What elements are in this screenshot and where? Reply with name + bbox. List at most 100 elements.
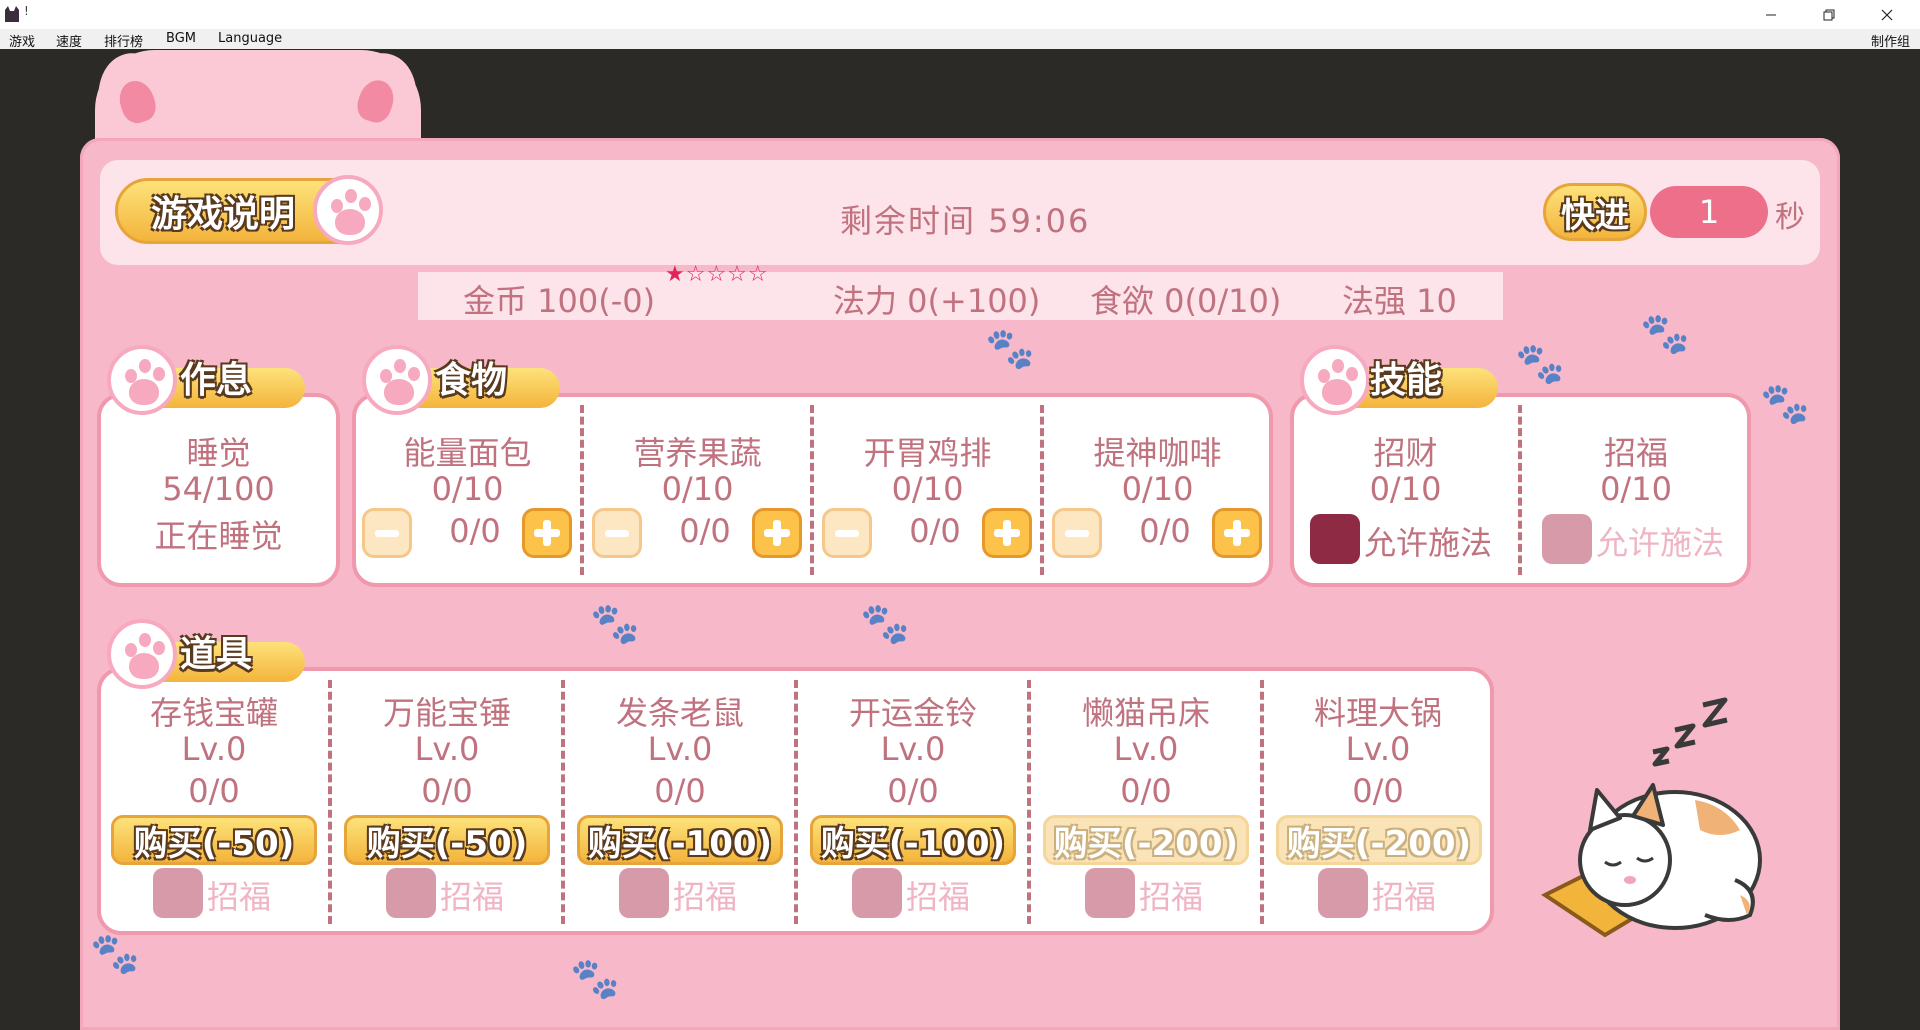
props-title: 道具: [180, 634, 253, 675]
blessing-checkbox[interactable]: [386, 868, 436, 918]
prop-name: 存钱宝罐: [149, 694, 278, 732]
blessing-checkbox[interactable]: [1318, 868, 1368, 918]
skill-name: 招财: [1373, 434, 1438, 472]
rest-status: 正在睡觉: [154, 517, 283, 555]
rest-value: 54/100: [162, 470, 275, 508]
blessing-checkbox[interactable]: [619, 868, 669, 918]
restore-icon: [1823, 9, 1835, 20]
buy-button[interactable]: 购买(-200): [1043, 815, 1249, 865]
buy-label: 购买(-100): [820, 823, 1006, 864]
divider: [1040, 405, 1044, 575]
zzz-icon: [1652, 697, 1728, 767]
buy-label: 购买(-50): [133, 823, 295, 864]
food-count: 0/10: [431, 470, 504, 508]
close-button[interactable]: [1864, 0, 1910, 29]
prop-name: 懒猫吊床: [1081, 694, 1210, 732]
fast-forward-input[interactable]: 1: [1650, 186, 1768, 238]
power-stat: 法强 10: [1342, 282, 1457, 320]
prop-name: 发条老鼠: [615, 694, 744, 732]
increase-button[interactable]: [752, 508, 802, 558]
fast-forward-unit: 秒: [1775, 200, 1805, 235]
menu-speed[interactable]: 速度: [56, 31, 82, 50]
cat-app-icon: [5, 6, 19, 22]
food-count: 0/10: [1121, 470, 1194, 508]
food-name: 提神咖啡: [1093, 434, 1222, 472]
menu-bgm[interactable]: BGM: [166, 31, 196, 46]
increase-button[interactable]: [1212, 508, 1262, 558]
increase-button[interactable]: [522, 508, 572, 558]
food-name: 开胃鸡排: [863, 434, 992, 472]
buy-button[interactable]: 购买(-50): [111, 815, 317, 865]
help-label: 游戏说明: [151, 194, 296, 235]
prop-level: Lv.0: [647, 730, 713, 768]
decrease-button[interactable]: [822, 508, 872, 558]
menu-leaderboard[interactable]: 排行榜: [104, 31, 143, 50]
allow-cast-checkbox[interactable]: [1542, 514, 1592, 564]
allow-cast-label: 允许施法: [1364, 524, 1493, 562]
fast-forward-button[interactable]: 快进: [1543, 183, 1647, 241]
allow-cast-checkbox[interactable]: [1310, 514, 1360, 564]
blessing-label: 招福: [906, 878, 971, 916]
food-qty: 0/0: [909, 512, 961, 550]
divider: [580, 405, 584, 575]
title-bar: !: [0, 0, 1920, 29]
minimize-button[interactable]: [1748, 0, 1794, 29]
paw-icon: 🐾: [590, 601, 640, 647]
buy-label: 购买(-200): [1053, 823, 1239, 864]
appetite-stat: 食欲 0(0/10): [1090, 282, 1282, 320]
skill-name: 招福: [1603, 434, 1668, 472]
blessing-label: 招福: [673, 878, 738, 916]
decrease-button[interactable]: [592, 508, 642, 558]
food-count: 0/10: [661, 470, 734, 508]
menu-language[interactable]: Language: [218, 31, 282, 46]
food-qty: 0/0: [449, 512, 501, 550]
buy-label: 购买(-200): [1286, 823, 1472, 864]
blessing-label: 招福: [1139, 878, 1204, 916]
prop-count: 0/0: [1352, 772, 1404, 810]
prop-name: 万能宝锤: [382, 694, 511, 732]
menu-credits[interactable]: 制作组: [1871, 31, 1910, 50]
prop-count: 0/0: [887, 772, 939, 810]
increase-button[interactable]: [982, 508, 1032, 558]
blessing-label: 招福: [440, 878, 505, 916]
prop-level: Lv.0: [414, 730, 480, 768]
prop-name: 开运金铃: [848, 694, 977, 732]
fast-forward-label: 快进: [1561, 195, 1629, 236]
prop-name: 料理大锅: [1313, 694, 1442, 732]
prop-level: Lv.0: [181, 730, 247, 768]
sleeping-cat-icon: [1541, 697, 1762, 938]
buy-button[interactable]: 购买(-100): [577, 815, 783, 865]
blessing-label: 招福: [1372, 878, 1437, 916]
buy-label: 购买(-100): [587, 823, 773, 864]
food-qty: 0/0: [1139, 512, 1191, 550]
minimize-icon: [1766, 14, 1776, 15]
mana-stat: 法力 0(+100): [833, 282, 1041, 320]
food-name: 能量面包: [403, 434, 532, 472]
menu-game[interactable]: 游戏: [9, 31, 35, 50]
rest-title: 作息: [180, 360, 253, 401]
remaining-time: 剩余时间 59:06: [840, 202, 1091, 240]
food-qty: 0/0: [679, 512, 731, 550]
buy-button[interactable]: 购买(-50): [344, 815, 550, 865]
restore-button[interactable]: [1806, 0, 1852, 29]
blessing-label: 招福: [207, 878, 272, 916]
blessing-checkbox[interactable]: [153, 868, 203, 918]
paw-icon: 🐾: [90, 931, 140, 977]
buy-button[interactable]: 购买(-100): [810, 815, 1016, 865]
paw-icon: 🐾: [570, 956, 620, 1002]
paw-icon: [107, 345, 177, 415]
paw-icon: 🐾: [860, 601, 910, 647]
decrease-button[interactable]: [362, 508, 412, 558]
allow-cast-label: 允许施法: [1596, 524, 1725, 562]
prop-count: 0/0: [421, 772, 473, 810]
window-title: !: [24, 4, 29, 18]
close-icon: [1881, 9, 1893, 20]
blessing-checkbox[interactable]: [1085, 868, 1135, 918]
decrease-button[interactable]: [1052, 508, 1102, 558]
skill-count: 0/10: [1600, 470, 1672, 508]
blessing-checkbox[interactable]: [852, 868, 902, 918]
paw-icon: [1300, 345, 1370, 415]
divider: [810, 405, 814, 575]
buy-button[interactable]: 购买(-200): [1276, 815, 1482, 865]
prop-count: 0/0: [654, 772, 706, 810]
